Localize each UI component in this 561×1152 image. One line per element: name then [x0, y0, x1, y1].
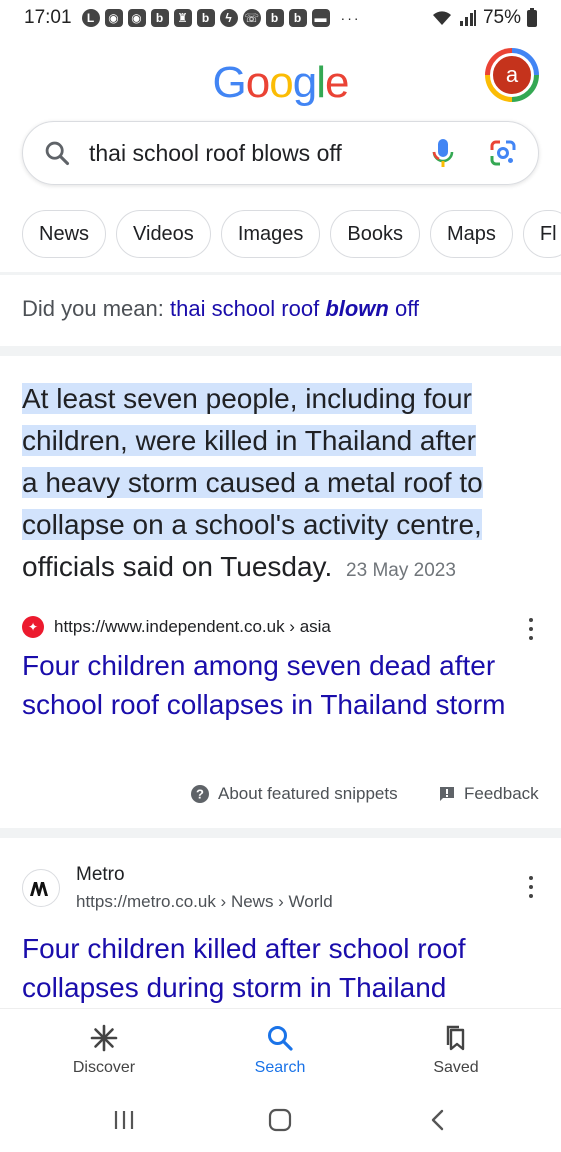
battery-icon — [527, 7, 537, 27]
more-options-icon[interactable] — [526, 876, 536, 898]
about-label: About featured snippets — [218, 784, 398, 803]
chip-maps[interactable]: Maps — [430, 210, 513, 258]
status-bar: 17:01 L ◉ ◉ b ♜ b ϟ ☏ b b ▬ ··· 75% — [0, 0, 561, 36]
bottom-navigation: Discover Search Saved — [0, 1008, 561, 1094]
saved-bookmarks-icon — [446, 1025, 465, 1051]
google-logo[interactable]: Google — [0, 58, 561, 108]
metro-logo-icon — [22, 869, 60, 907]
divider — [0, 272, 561, 275]
b-icon: b — [288, 9, 307, 27]
did-you-mean-label: Did you mean: — [22, 296, 164, 321]
feedback-button[interactable]: Feedback — [438, 784, 539, 804]
chip-images[interactable]: Images — [220, 210, 321, 258]
b-icon: b — [265, 9, 284, 27]
divider — [0, 346, 561, 356]
nav-search[interactable]: Search — [220, 1023, 340, 1077]
chat-icon: ▬ — [311, 9, 330, 27]
chip-videos[interactable]: Videos — [116, 210, 211, 258]
notification-icons: L ◉ ◉ b ♜ b ϟ ☏ b b ▬ ··· — [81, 9, 361, 27]
search-icon — [268, 1026, 293, 1051]
divider — [0, 828, 561, 838]
logo-letter: o — [245, 58, 271, 107]
snippet-date: 23 May 2023 — [346, 560, 456, 581]
snippet-highlight-line: children, were killed in Thailand after — [22, 425, 476, 456]
recent-apps-icon[interactable] — [112, 1108, 136, 1132]
logo-letter: G — [212, 58, 247, 107]
snippet-feedback-row: ? About featured snippets Feedback — [0, 784, 561, 808]
system-navigation-bar — [0, 1094, 561, 1152]
logo-letter: e — [324, 58, 350, 107]
about-featured-snippets[interactable]: ? About featured snippets — [190, 784, 398, 804]
google-lens-icon[interactable] — [488, 138, 518, 168]
feedback-label: Feedback — [464, 784, 539, 803]
snippet-rest: officials said on Tuesday. — [22, 551, 333, 582]
messenger-icon: ϟ — [219, 9, 238, 27]
status-time: 17:01 — [24, 7, 72, 28]
signal-icon — [459, 10, 476, 26]
independent-eagle-icon: ✦ — [22, 616, 44, 638]
result-title-link[interactable]: Four children among seven dead after sch… — [22, 646, 542, 724]
snippet-highlight-line: a heavy storm caused a metal roof to — [22, 467, 483, 498]
suggestion-text-end: off — [394, 296, 420, 321]
did-you-mean-link[interactable]: thai school roof blown off — [170, 296, 419, 321]
search-box[interactable]: thai school roof blows off — [22, 121, 539, 185]
castle-icon: ♜ — [173, 9, 192, 27]
battery-percent: 75% — [482, 7, 521, 28]
featured-snippet-text: At least seven people, including four ch… — [22, 378, 547, 592]
logo-letter: g — [292, 58, 318, 107]
svg-text:?: ? — [196, 787, 204, 802]
chip-flights[interactable]: Fl — [522, 210, 561, 258]
discover-asterisk-icon — [90, 1024, 118, 1052]
snippet-highlight-line: collapse on a school's activity centre, — [22, 509, 482, 540]
feedback-icon — [440, 787, 454, 801]
avatar-letter: a — [490, 53, 534, 97]
nav-saved-label: Saved — [433, 1059, 479, 1076]
overflow-dots: ··· — [340, 10, 361, 26]
wifi-icon — [432, 11, 451, 25]
home-icon[interactable] — [268, 1108, 292, 1132]
suggestion-correction: blown — [325, 296, 389, 321]
search-input[interactable]: thai school roof blows off — [89, 140, 432, 167]
result-url: https://www.independent.co.uk › asia — [54, 617, 331, 636]
whatsapp-icon: ☏ — [242, 9, 261, 27]
line-icon: L — [81, 9, 100, 27]
b-icon: b — [150, 9, 169, 27]
logo-letter: l — [316, 58, 326, 107]
discord-icon: ◉ — [104, 9, 123, 27]
snippet-highlight-line: At least seven people, including four — [22, 383, 472, 414]
chip-books[interactable]: Books — [330, 210, 420, 258]
result-site-name[interactable]: Metro — [76, 864, 125, 886]
result-title-link[interactable]: Four children killed after school roof c… — [22, 929, 542, 1007]
search-icon — [45, 141, 70, 166]
did-you-mean: Did you mean: thai school roof blown off — [22, 296, 419, 322]
nav-search-label: Search — [254, 1059, 306, 1076]
discord-icon: ◉ — [127, 9, 146, 27]
account-avatar[interactable]: a — [485, 48, 539, 102]
result-url[interactable]: https://metro.co.uk › News › World — [76, 892, 333, 912]
search-filter-chips: News Videos Images Books Maps Fl — [22, 210, 561, 260]
result-source[interactable]: ✦ https://www.independent.co.uk › asia — [22, 616, 331, 638]
suggestion-text: thai school roof — [169, 296, 320, 321]
help-icon: ? — [191, 785, 209, 803]
mic-icon[interactable] — [432, 137, 454, 169]
more-options-icon[interactable] — [526, 618, 536, 640]
nav-saved[interactable]: Saved — [396, 1023, 516, 1077]
nav-discover-label: Discover — [72, 1059, 136, 1076]
logo-letter: o — [269, 58, 294, 107]
chip-news[interactable]: News — [22, 210, 107, 258]
nav-discover[interactable]: Discover — [44, 1023, 164, 1077]
back-icon[interactable] — [426, 1108, 450, 1132]
b-icon: b — [196, 9, 215, 27]
